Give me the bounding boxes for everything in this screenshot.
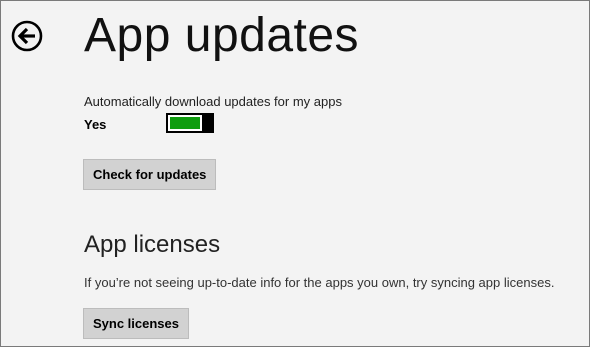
back-arrow-icon[interactable] (11, 20, 43, 52)
sync-licenses-button[interactable]: Sync licenses (83, 308, 189, 339)
toggle-thumb[interactable] (202, 113, 213, 133)
check-for-updates-button[interactable]: Check for updates (83, 159, 217, 190)
app-licenses-heading: App licenses (84, 231, 221, 258)
settings-pane: App updates Automatically download updat… (0, 0, 590, 347)
app-licenses-description: If you’re not seeing up-to-date info for… (84, 275, 555, 290)
auto-update-label: Automatically download updates for my ap… (84, 94, 342, 109)
toggle-fill (170, 117, 200, 129)
auto-update-state-label: Yes (84, 117, 107, 132)
auto-update-toggle[interactable] (166, 113, 214, 133)
page-title: App updates (84, 9, 360, 62)
